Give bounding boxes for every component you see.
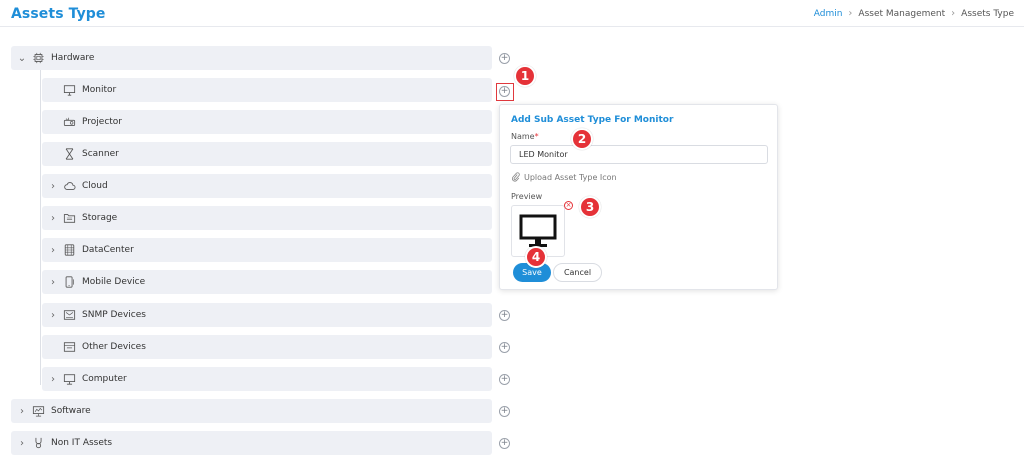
tree-connector (40, 70, 41, 385)
callout-badge-3: 3 (579, 196, 601, 218)
tree-item-other-devices[interactable]: Other Devices (42, 335, 492, 359)
chevron-right-icon: › (951, 8, 956, 19)
name-label: Name* (511, 132, 539, 141)
tree-item-label: Storage (82, 213, 118, 223)
software-icon (31, 405, 45, 417)
name-input[interactable] (510, 145, 768, 164)
tree-item-label: Monitor (82, 85, 117, 95)
breadcrumb-admin[interactable]: Admin (814, 9, 843, 19)
add-other-devices-button[interactable]: + (499, 342, 510, 353)
tree-item-label: Cloud (82, 181, 108, 191)
add-non-it-button[interactable]: + (499, 438, 510, 449)
tree-item-cloud[interactable]: › Cloud (42, 174, 492, 198)
computer-icon (62, 373, 76, 385)
snmp-icon (62, 309, 76, 321)
paperclip-icon (512, 172, 520, 182)
chevron-right-icon: › (848, 8, 853, 19)
server-icon (62, 244, 76, 256)
chevron-right-icon[interactable]: › (48, 277, 58, 288)
non-it-icon (31, 437, 45, 449)
tree-item-label: DataCenter (82, 245, 134, 255)
add-monitor-button[interactable]: + (499, 86, 510, 97)
tree-item-computer[interactable]: › Computer (42, 367, 492, 391)
tree-item-software[interactable]: › Software (11, 399, 492, 423)
remove-preview-button[interactable]: × (564, 201, 573, 210)
tree-item-label: Non IT Assets (51, 438, 113, 448)
chevron-right-icon[interactable]: › (48, 374, 58, 385)
callout-badge-1: 1 (514, 65, 536, 87)
add-snmp-button[interactable]: + (499, 310, 510, 321)
breadcrumb: Admin › Asset Management › Assets Type (814, 8, 1014, 19)
monitor-icon (519, 214, 557, 247)
add-software-button[interactable]: + (499, 406, 510, 417)
tree-item-label: Hardware (51, 53, 95, 63)
tree-item-scanner[interactable]: Scanner (42, 142, 492, 166)
chevron-right-icon[interactable]: › (48, 245, 58, 256)
tree-item-hardware[interactable]: ⌄ Hardware (11, 46, 492, 70)
chip-icon (31, 52, 45, 64)
monitor-icon (62, 84, 76, 96)
tree-item-label: Computer (82, 374, 127, 384)
chevron-right-icon[interactable]: › (48, 213, 58, 224)
cloud-icon (62, 180, 76, 192)
add-hardware-button[interactable]: + (499, 53, 510, 64)
name-label-text: Name (511, 132, 535, 141)
cancel-button[interactable]: Cancel (553, 263, 602, 282)
tree-item-monitor[interactable]: Monitor (42, 78, 492, 102)
upload-label: Upload Asset Type Icon (524, 172, 617, 182)
mobile-device-icon (62, 276, 76, 288)
tree-item-label: Other Devices (82, 342, 146, 352)
breadcrumb-asset-management[interactable]: Asset Management (858, 9, 945, 19)
tree-item-storage[interactable]: › Storage (42, 206, 492, 230)
breadcrumb-assets-type: Assets Type (961, 8, 1014, 19)
tree-item-projector[interactable]: Projector (42, 110, 492, 134)
chevron-right-icon[interactable]: › (17, 406, 27, 417)
tree-item-label: Scanner (82, 149, 119, 159)
device-box-icon (62, 341, 76, 353)
chevron-right-icon[interactable]: › (17, 438, 27, 449)
projector-icon (62, 116, 76, 128)
tree-item-non-it-assets[interactable]: › Non IT Assets (11, 431, 492, 455)
scanner-icon (62, 148, 76, 160)
tree-item-snmp-devices[interactable]: › SNMP Devices (42, 303, 492, 327)
callout-badge-4: 4 (525, 246, 547, 268)
chevron-down-icon[interactable]: ⌄ (17, 53, 27, 64)
tree-item-datacenter[interactable]: › DataCenter (42, 238, 492, 262)
tree-item-label: Software (51, 406, 91, 416)
panel-title: Add Sub Asset Type For Monitor (511, 115, 674, 125)
chevron-right-icon[interactable]: › (48, 181, 58, 192)
required-mark: * (534, 132, 539, 141)
tree-item-label: SNMP Devices (82, 310, 146, 320)
tree-item-label: Projector (82, 117, 122, 127)
tree-item-mobile-device[interactable]: › Mobile Device (42, 270, 492, 294)
add-computer-button[interactable]: + (499, 374, 510, 385)
upload-icon-link[interactable]: Upload Asset Type Icon (511, 172, 617, 182)
tree-item-label: Mobile Device (82, 277, 146, 287)
top-bar: Assets Type Admin › Asset Management › A… (0, 0, 1024, 27)
chevron-right-icon[interactable]: › (48, 310, 58, 321)
page-title: Assets Type (11, 6, 106, 22)
callout-badge-2: 2 (571, 128, 593, 150)
preview-label: Preview (511, 192, 543, 201)
folder-icon (62, 212, 76, 224)
